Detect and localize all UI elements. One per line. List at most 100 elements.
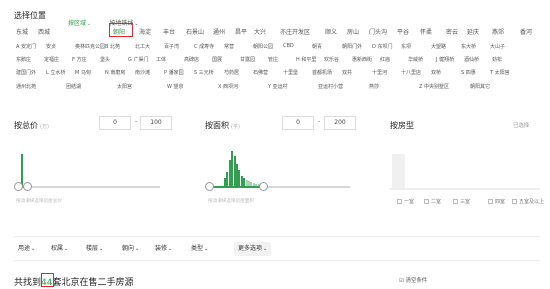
district-link[interactable]: 密云 [446,27,458,36]
area-link[interactable]: 定福庄 [44,56,59,63]
area-link[interactable]: 芍药居 [224,69,239,76]
area-link[interactable]: 奥林匹克公园 [75,43,105,50]
area-link[interactable]: 东坝 [401,43,411,50]
area-link[interactable]: 华威桥 [408,56,423,63]
area-link[interactable]: 朝阳公园 [253,43,273,50]
area-link[interactable]: 十八里店 [401,69,421,76]
checkbox[interactable] [512,199,517,204]
area-min-input[interactable]: 0 [282,116,314,130]
price-slider-max-handle[interactable] [23,182,32,191]
checkbox[interactable] [453,199,458,204]
more-options-button[interactable]: 更多选项⌄ [234,242,272,256]
area-link[interactable]: 欢乐谷 [324,56,339,63]
area-link[interactable]: 甘露园 [240,56,255,63]
area-slider-max-handle[interactable] [259,182,268,191]
clear-filters-button[interactable]: ☑ 清空条件 [399,276,427,284]
area-link[interactable]: CBD [283,43,294,49]
area-link[interactable]: M 马甸 [75,69,91,76]
price-max-input[interactable]: 100 [140,116,172,130]
filter-dropdown[interactable]: 类型⌄ [187,242,212,256]
area-link[interactable]: 管庄 [268,56,278,63]
room-option[interactable]: 三室 [453,198,470,205]
area-link[interactable]: 安贞 [46,43,56,50]
area-link[interactable]: 国展 [212,56,222,63]
area-link[interactable]: 十里堡 [283,69,298,76]
area-link[interactable]: X 西坝河 [218,83,238,90]
area-link[interactable]: F 方庄 [72,56,86,63]
district-link[interactable]: 平谷 [397,27,409,36]
area-link[interactable]: Z 中央别墅区 [419,83,449,90]
area-link[interactable]: 高碑店 [184,56,199,63]
area-link[interactable]: S 四惠 [461,69,476,76]
district-link[interactable]: 门头沟 [369,27,387,36]
filter-dropdown[interactable]: 朝向⌄ [118,242,143,256]
area-link[interactable]: 首都机场 [312,69,332,76]
area-link[interactable]: D 东坝门 [372,43,392,50]
area-link[interactable]: 大望路 [431,43,446,50]
area-link[interactable]: 常营 [224,43,234,50]
area-link[interactable]: 大山子 [490,43,505,50]
area-link[interactable]: 双井 [342,69,352,76]
area-link[interactable]: C 成寿寺 [194,43,214,50]
checkbox[interactable] [397,199,402,204]
area-link[interactable]: 垡头 [100,56,110,63]
district-link[interactable]: 燕郊 [492,27,504,36]
area-link[interactable]: P 潘家园 [164,69,184,76]
area-link[interactable]: A 安定门 [16,43,36,50]
filter-dropdown[interactable]: 权属⌄ [47,242,72,256]
checkbox[interactable] [488,199,493,204]
district-link[interactable]: 大兴 [254,27,266,36]
area-link[interactable]: 团结湖 [66,83,81,90]
area-link[interactable]: 红庙 [380,56,390,63]
area-link[interactable]: H 和平里 [296,56,316,63]
district-link[interactable]: 香河 [520,27,532,36]
district-link[interactable]: 延庆 [467,27,479,36]
checkbox[interactable] [424,199,429,204]
area-link[interactable]: 劲松 [492,56,502,63]
area-link[interactable]: T 太阳宫 [490,69,510,76]
price-slider-min-handle[interactable] [14,182,23,191]
area-link[interactable]: 北工大 [135,43,150,50]
area-link[interactable]: N 南磨房 [105,69,125,76]
district-link[interactable]: 东城 [16,27,28,36]
filter-dropdown[interactable]: 装修⌄ [151,242,176,256]
area-link[interactable]: 朝阳门外 [342,43,362,50]
room-option[interactable]: 一室 [397,198,414,205]
area-link[interactable]: 百子湾 [164,43,179,50]
area-link[interactable]: 朝青 [312,43,322,50]
area-link[interactable]: J 健翔桥 [436,56,454,63]
district-link[interactable]: 石景山 [186,27,204,36]
area-link[interactable]: 十里河 [372,69,387,76]
area-link[interactable]: G 广渠门 [128,56,148,63]
area-link[interactable]: B 北苑 [105,43,120,50]
tab-by-district[interactable]: 按区域⌄ [68,20,91,27]
district-link[interactable]: 丰台 [163,27,175,36]
area-link[interactable]: W 望京 [167,83,184,90]
area-link[interactable]: 太阳宫 [117,83,132,90]
district-link[interactable]: 昌平 [235,27,247,36]
price-slider-track[interactable] [18,186,160,188]
district-link[interactable]: 顺义 [325,27,337,36]
room-option[interactable]: 五室及以上 [512,198,544,205]
district-link[interactable]: 西城 [38,27,50,36]
area-link[interactable]: 燕莎 [369,83,379,90]
filter-dropdown[interactable]: 楼层⌄ [82,242,107,256]
area-link[interactable]: 石佛营 [253,69,268,76]
district-link[interactable]: 怀柔 [420,27,432,36]
district-link[interactable]: 房山 [347,27,359,36]
area-link[interactable]: 东大桥 [461,43,476,50]
area-link[interactable]: 东鹅庄 [16,56,31,63]
district-link[interactable]: 通州 [213,27,225,36]
area-link[interactable]: L 立水桥 [46,69,65,76]
area-link[interactable]: 建国门外 [16,69,36,76]
district-link[interactable]: 亦庄开发区 [280,27,310,36]
area-link[interactable]: 惠新西街 [352,56,372,63]
filter-dropdown[interactable]: 用途⌄ [14,242,39,256]
area-link[interactable]: 双桥 [431,69,441,76]
area-slider-min-handle[interactable] [205,182,214,191]
room-option[interactable]: 二室 [424,198,441,205]
area-link[interactable]: Y 亚运村 [268,83,288,90]
area-link[interactable]: 南沙滩 [135,69,150,76]
area-link[interactable]: 朝阳其它 [470,83,490,90]
room-option[interactable]: 四室 [488,198,505,205]
